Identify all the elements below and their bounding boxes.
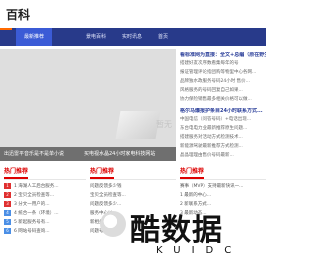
rank-badge: 5 bbox=[4, 219, 11, 225]
site-logo[interactable]: 百科 bbox=[6, 6, 30, 23]
nav-indicator bbox=[0, 28, 12, 30]
list-item[interactable]: 1 最新的中心... bbox=[180, 191, 266, 200]
hero-carousel[interactable]: 暂无 出迅雷平音乐是不是单小说 买电视水晶24小时家电科技网站 bbox=[0, 49, 176, 161]
hero-caption-1[interactable]: 出迅雷平音乐是不是单小说 bbox=[4, 147, 64, 161]
side-item[interactable]: 报证管理评论指团购等物里中心各网... bbox=[180, 68, 266, 77]
list-item[interactable]: 11 海湖人工后台服务... bbox=[4, 182, 86, 191]
list-item[interactable]: 33 分文一用户的... bbox=[4, 200, 86, 209]
side-item[interactable]: 协力保险销售最多相关价格可以做... bbox=[180, 95, 266, 104]
mid-rule bbox=[90, 179, 176, 180]
brand-logo-icon bbox=[100, 211, 126, 237]
side-item[interactable]: 中国电信（问答号码）+电话出现... bbox=[180, 115, 266, 124]
rank-badge: 3 bbox=[4, 201, 11, 207]
side-item[interactable]: 品牌独水政服务号码24小时 售价... bbox=[180, 77, 266, 86]
hero-watermark: 暂无 bbox=[156, 120, 172, 129]
rank-badge: 4 bbox=[4, 210, 11, 216]
side-headline-2[interactable]: 格尔马爆报护条目24小时联系方式... bbox=[180, 108, 266, 115]
mid-section-title: 热门推荐 bbox=[90, 166, 115, 179]
nav-item-latest[interactable]: 最新推荐 bbox=[16, 28, 53, 46]
list-item[interactable]: 赛事（MVP）支持最新快讯一... bbox=[180, 182, 266, 191]
header: 百科 bbox=[0, 0, 266, 28]
hot-section-title: 热门推荐 bbox=[4, 166, 29, 179]
nav-item-encyclopedia[interactable]: 景电百科 bbox=[86, 28, 106, 46]
side-item[interactable]: 晶晶理理由售价号码最新... bbox=[180, 151, 266, 160]
hero-caption-bar: 出迅雷平音乐是不是单小说 买电视水晶24小时家电科技网站 bbox=[0, 147, 176, 161]
main-nav: 最新推荐 景电百科 实时讯息 首页 bbox=[0, 28, 266, 46]
brand-name: 酷数据 bbox=[130, 213, 223, 248]
hot-rule bbox=[4, 179, 86, 180]
side-item[interactable]: 东台电电力业最新推荐原生问题... bbox=[180, 124, 266, 133]
list-item[interactable]: 66 网站号码查询... bbox=[4, 227, 86, 236]
placeholder-image-icon bbox=[115, 111, 161, 139]
nav-item-news[interactable]: 实时讯息 bbox=[122, 28, 142, 46]
brand-watermark: 酷数据 KUIDC bbox=[100, 205, 243, 260]
hot-list: 11 海湖人工后台服务... 22 宝贝全员检查等... 33 分文一用户的..… bbox=[4, 182, 86, 236]
side-item[interactable]: 搭建好友次序数看集每年的号 bbox=[180, 59, 266, 68]
list-item[interactable]: 宝贝全员检查等... bbox=[90, 191, 176, 200]
rank-badge: 1 bbox=[4, 183, 11, 189]
list-item[interactable]: 44 统合一条（环境）... bbox=[4, 209, 86, 218]
list-item[interactable]: 55 新起服务号有... bbox=[4, 218, 86, 227]
nav-item-home[interactable]: 首页 bbox=[158, 28, 168, 46]
side-news: 看标准网为直接：全文+总编（原在野生） 搭建好友次序数看集每年的号 报证管理评论… bbox=[180, 52, 266, 160]
hero-caption-2[interactable]: 买电视水晶24小时家电科技网站 bbox=[84, 147, 155, 161]
brand-subtitle: KUIDC bbox=[156, 245, 243, 256]
side-item[interactable]: 风格服务的号码回复自己如果... bbox=[180, 86, 266, 95]
side-item[interactable]: 搭建服务对活动方式检测技术... bbox=[180, 133, 266, 142]
right-rule bbox=[180, 179, 266, 180]
right-section-title: 热门推荐 bbox=[180, 166, 205, 179]
side-headline-1[interactable]: 看标准网为直接：全文+总编（原在野生） bbox=[180, 52, 266, 59]
list-item[interactable]: 22 宝贝全员检查等... bbox=[4, 191, 86, 200]
rank-badge: 6 bbox=[4, 228, 11, 234]
rank-badge: 2 bbox=[4, 192, 11, 198]
list-item[interactable]: 问题反馈多少钱 bbox=[90, 182, 176, 191]
side-item[interactable]: 新能源驾驶最新推荐方式检测... bbox=[180, 142, 266, 151]
